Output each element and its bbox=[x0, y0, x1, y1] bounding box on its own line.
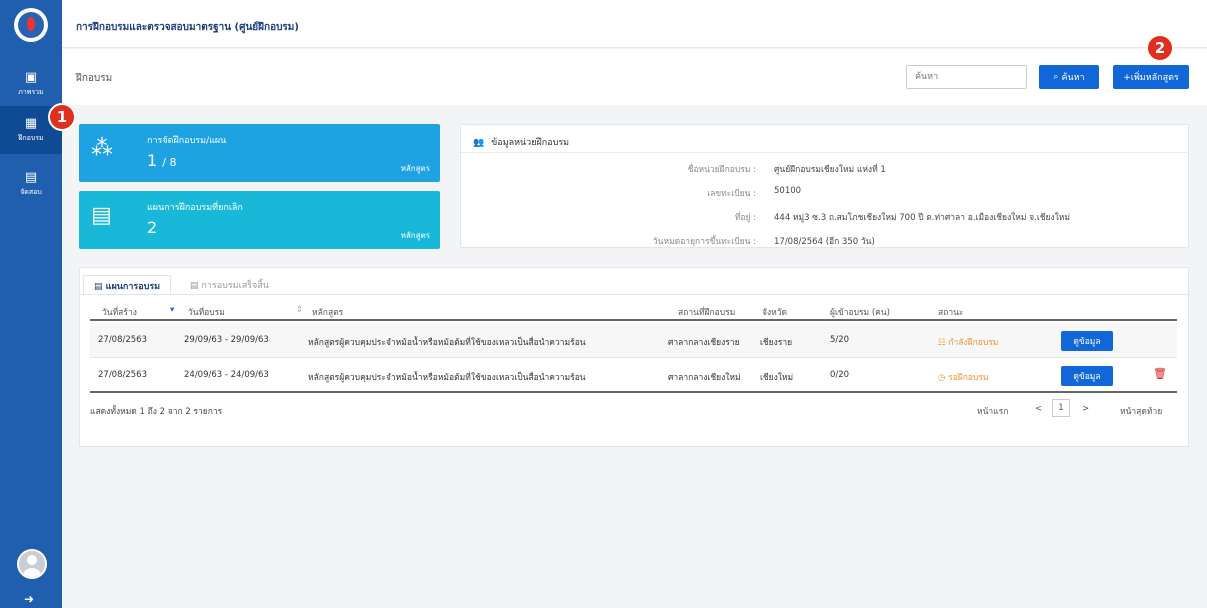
stat-card-cancelled-plan[interactable]: ▤ แผนการฝึกอบรมที่ยกเลิก 2 หลักสูตร bbox=[79, 191, 440, 249]
sidebar-item-label: ภาพรวม bbox=[18, 87, 44, 96]
cell-course: หลักสูตรผู้ควบคุมประจำหม้อน้ำหรือหม้อต้ม… bbox=[308, 338, 586, 348]
table-header: วันที่สร้าง ▾ วันที่อบรม ⇕ หลักสูตร สถาน… bbox=[90, 301, 1177, 321]
cell-attendees: 5/20 bbox=[830, 335, 850, 345]
column-header-status[interactable]: สถานะ bbox=[938, 305, 963, 319]
cell-training-date: 29/09/63 - 29/09/63 bbox=[184, 335, 269, 345]
monitor-icon: ▣ bbox=[24, 69, 38, 85]
tab-label: แผนการอบรม bbox=[105, 282, 161, 292]
unit-info-panel: 👥 ข้อมูลหน่วยฝึกอบรม ชื่อหน่วยฝึกอบรม : … bbox=[460, 124, 1189, 248]
column-header-created[interactable]: วันที่สร้าง bbox=[102, 305, 137, 319]
stat-unit: หลักสูตร bbox=[400, 231, 430, 240]
info-label: ชื่อหน่วยฝึกอบรม : bbox=[687, 165, 756, 175]
tab-label: การอบรมเสร็จสิ้น bbox=[201, 281, 269, 291]
building-icon: ▤ bbox=[24, 169, 38, 185]
tab-training-plan[interactable]: ▤ แผนการอบรม bbox=[83, 275, 172, 295]
step-badge-2: 2 bbox=[1146, 34, 1174, 62]
logo bbox=[14, 8, 48, 42]
stat-card-training-plan[interactable]: ⁂ การจัดฝึกอบรม/แผน 1 / 8 หลักสูตร bbox=[79, 124, 440, 182]
add-course-button[interactable]: +เพิ่มหลักสูตร bbox=[1113, 65, 1189, 89]
info-value: ศูนย์ฝึกอบรมเชียงใหม่ แห่งที่ 1 bbox=[774, 165, 886, 175]
sidebar: ▣ ภาพรวม ▦ ฝึกอบรม ▤ จัดสอบ ➜ bbox=[0, 0, 62, 608]
pagination-page[interactable]: 1 bbox=[1052, 399, 1070, 417]
status-text: รอฝึกอบรม bbox=[948, 373, 989, 383]
search-input[interactable] bbox=[906, 65, 1027, 89]
sidebar-item-exam[interactable]: ▤ จัดสอบ bbox=[0, 160, 62, 208]
column-header-venue[interactable]: สถานที่ฝึกอบรม bbox=[678, 305, 735, 319]
info-value: 444 หมู่3 ซ.3 ถ.สมโภชเชียงใหม่ 700 ปี ต.… bbox=[774, 213, 1071, 223]
search-icon: ⌕ bbox=[1053, 72, 1059, 82]
cell-province: เชียงราย bbox=[760, 338, 793, 348]
notebook-icon: ▤ bbox=[91, 203, 112, 228]
column-header-province[interactable]: จังหวัด bbox=[762, 305, 787, 319]
toolbar: ฝึกอบรม ⌕ ค้นหา +เพิ่มหลักสูตร bbox=[62, 49, 1207, 105]
table-row: 27/08/2563 29/09/63 - 29/09/63 หลักสูตรผ… bbox=[90, 323, 1177, 358]
cell-venue: ศาลากลางเชียงใหม่ bbox=[668, 373, 741, 383]
list-icon: ▤ bbox=[190, 281, 199, 291]
step-badge-1: 1 bbox=[48, 103, 76, 131]
plan-panel: ▤ แผนการอบรม ▤ การอบรมเสร็จสิ้น วันที่สร… bbox=[79, 267, 1190, 447]
status-badge: ☷ กำลังฝึกอบรม bbox=[938, 335, 998, 349]
header: การฝึกอบรมและตรวจสอบมาตรฐาน (ศูนย์ฝึกอบร… bbox=[62, 0, 1207, 48]
info-row: เลขทะเบียน : 50100 bbox=[461, 186, 1190, 204]
grid-icon: ▦ bbox=[24, 115, 38, 131]
info-label: ที่อยู่ : bbox=[734, 213, 756, 223]
sort-down-icon[interactable]: ▾ bbox=[170, 305, 174, 315]
view-details-button[interactable]: ดูข้อมูล bbox=[1061, 366, 1113, 386]
status-badge: ◷ รอฝึกอบรม bbox=[938, 370, 989, 384]
users-icon: 👥 bbox=[473, 138, 485, 148]
column-header-course[interactable]: หลักสูตร bbox=[312, 305, 343, 319]
info-value: 50100 bbox=[774, 186, 802, 196]
cell-course: หลักสูตรผู้ควบคุมประจำหม้อน้ำหรือหม้อต้ม… bbox=[308, 373, 586, 383]
list-icon: ▤ bbox=[94, 282, 103, 292]
avatar[interactable] bbox=[17, 549, 47, 579]
search-button[interactable]: ⌕ ค้นหา bbox=[1039, 65, 1099, 89]
cell-created: 27/08/2563 bbox=[98, 370, 147, 380]
search-button-label: ค้นหา bbox=[1061, 73, 1085, 83]
pagination-first[interactable]: หน้าแรก bbox=[977, 404, 1008, 418]
stat-unit: หลักสูตร bbox=[400, 164, 430, 173]
logout-icon[interactable]: ➜ bbox=[24, 592, 34, 606]
cell-province: เชียงใหม่ bbox=[760, 373, 794, 383]
stat-value: 1 / 8 bbox=[147, 151, 177, 170]
info-value: 17/08/2564 (อีก 350 วัน) bbox=[774, 237, 875, 247]
clock-icon: ◷ bbox=[938, 373, 946, 383]
sidebar-item-label: จัดสอบ bbox=[20, 187, 42, 196]
cell-training-date: 24/09/63 - 24/09/63 bbox=[184, 370, 269, 380]
info-row: วันหมดอายุการขึ้นทะเบียน : 17/08/2564 (อ… bbox=[461, 234, 1190, 252]
app: ▣ ภาพรวม ▦ ฝึกอบรม ▤ จัดสอบ ➜ การฝึกอบรม… bbox=[0, 0, 1207, 608]
page-title: การฝึกอบรมและตรวจสอบมาตรฐาน (ศูนย์ฝึกอบร… bbox=[76, 22, 299, 33]
sidebar-item-label: ฝึกอบรม bbox=[18, 133, 44, 142]
status-text: กำลังฝึกอบรม bbox=[948, 338, 999, 348]
divider bbox=[80, 294, 1190, 295]
people-icon: ☷ bbox=[938, 338, 946, 348]
stat-title: การจัดฝึกอบรม/แผน bbox=[147, 136, 227, 146]
column-header-training-date[interactable]: วันที่อบรม bbox=[188, 305, 225, 319]
sort-icon[interactable]: ⇕ bbox=[296, 305, 303, 315]
sidebar-item-overview[interactable]: ▣ ภาพรวม bbox=[0, 60, 62, 108]
pagination-next[interactable]: > bbox=[1082, 404, 1089, 414]
cell-created: 27/08/2563 bbox=[98, 335, 147, 345]
unit-info-header: 👥 ข้อมูลหน่วยฝึกอบรม bbox=[461, 125, 1188, 153]
trash-icon[interactable]: 🗑 bbox=[1153, 367, 1167, 380]
unit-info-title: ข้อมูลหน่วยฝึกอบรม bbox=[491, 138, 570, 148]
add-course-label: +เพิ่มหลักสูตร bbox=[1123, 73, 1179, 83]
cell-attendees: 0/20 bbox=[830, 370, 850, 380]
table-summary: แสดงทั้งหมด 1 ถึง 2 จาก 2 รายการ bbox=[90, 407, 223, 417]
table-row: 27/08/2563 24/09/63 - 24/09/63 หลักสูตรผ… bbox=[90, 358, 1177, 393]
pagination-last[interactable]: หน้าสุดท้าย bbox=[1120, 404, 1162, 418]
info-row: ที่อยู่ : 444 หมู่3 ซ.3 ถ.สมโภชเชียงใหม่… bbox=[461, 210, 1190, 228]
stat-title: แผนการฝึกอบรมที่ยกเลิก bbox=[147, 203, 243, 213]
info-label: เลขทะเบียน : bbox=[707, 189, 756, 199]
column-header-attendees[interactable]: ผู้เข้าอบรม (คน) bbox=[830, 305, 890, 319]
cell-venue: ศาลากลางเชียงราย bbox=[668, 338, 740, 348]
info-label: วันหมดอายุการขึ้นทะเบียน : bbox=[652, 237, 756, 247]
breadcrumb: ฝึกอบรม bbox=[76, 73, 113, 84]
tab-completed-training[interactable]: ▤ การอบรมเสร็จสิ้น bbox=[180, 275, 279, 295]
stat-value: 2 bbox=[147, 218, 158, 237]
people-network-icon: ⁂ bbox=[91, 136, 113, 161]
view-details-button[interactable]: ดูข้อมูล bbox=[1061, 331, 1113, 351]
info-row: ชื่อหน่วยฝึกอบรม : ศูนย์ฝึกอบรมเชียงใหม่… bbox=[461, 162, 1190, 180]
pagination-prev[interactable]: < bbox=[1035, 404, 1042, 414]
